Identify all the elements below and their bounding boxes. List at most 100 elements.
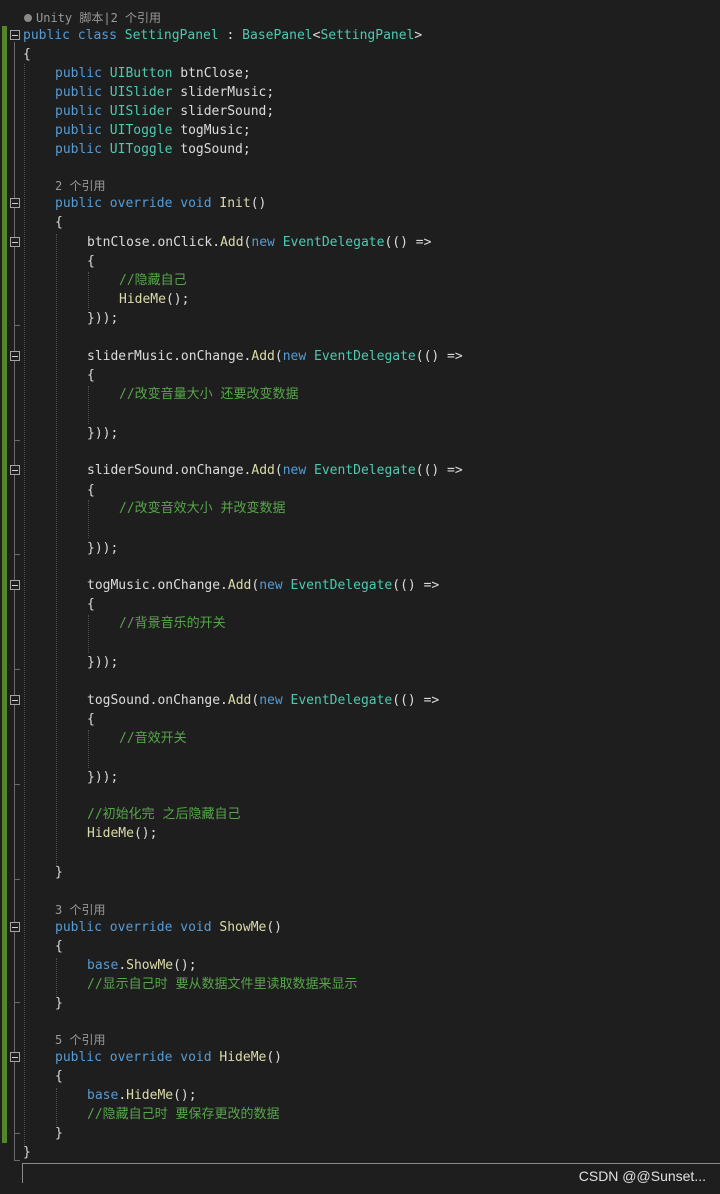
editor-bottom-border — [22, 1163, 720, 1164]
close-lambda: })); — [87, 309, 118, 328]
comment-token: //隐藏自己时 要保存更改的数据 — [87, 1107, 280, 1122]
code-line: sliderSound.onChange.Add(new EventDelega… — [0, 461, 720, 480]
code-line: } — [0, 863, 720, 882]
plain-token: { — [87, 712, 95, 727]
open-brace: { — [87, 481, 95, 500]
plain-token: () — [250, 196, 267, 211]
code-line: })); — [0, 424, 720, 443]
close-lambda: })); — [87, 768, 118, 787]
keyword-token: public — [55, 142, 102, 157]
plain-token: { — [55, 939, 63, 954]
fold-collapse-icon[interactable] — [10, 198, 20, 208]
hideme-call: HideMe(); — [87, 824, 157, 843]
fold-collapse-icon[interactable] — [10, 351, 20, 361]
open-brace: { — [23, 45, 31, 64]
open-brace: { — [55, 937, 63, 956]
code-line: public UIToggle togSound; — [0, 140, 720, 159]
type-token: SettingPanel — [320, 28, 415, 43]
btnclose-onclick-add: btnClose.onClick.Add(new EventDelegate((… — [87, 233, 431, 252]
plain-token: (() => — [384, 235, 432, 250]
togsound-onchange-add: togSound.onChange.Add(new EventDelegate(… — [87, 691, 439, 710]
plain-token: })); — [87, 770, 119, 785]
keyword-token: public — [55, 104, 102, 119]
fold-collapse-icon[interactable] — [10, 580, 20, 590]
fold-collapse-icon[interactable] — [10, 922, 20, 932]
comment: //显示自己时 要从数据文件里读取数据来显示 — [87, 975, 357, 994]
field-declaration: public UISlider sliderSound; — [55, 102, 274, 121]
type-token: EventDelegate — [314, 463, 416, 478]
code-line: togSound.onChange.Add(new EventDelegate(… — [0, 691, 720, 710]
fold-collapse-icon[interactable] — [10, 30, 20, 40]
field-declaration: public UIToggle togSound; — [55, 140, 251, 159]
method-token: HideMe — [219, 1050, 267, 1065]
keyword-token: public — [55, 123, 102, 138]
code-line: HideMe(); — [0, 824, 720, 843]
code-line: public UIToggle togMusic; — [0, 121, 720, 140]
plain-token: } — [55, 996, 63, 1011]
code-line: //初始化完 之后隐藏自己 — [0, 805, 720, 824]
code-line: { — [0, 366, 720, 385]
code-line: public class SettingPanel : BasePanel<Se… — [0, 26, 720, 45]
close-brace: } — [23, 1143, 31, 1162]
code-line: HideMe(); — [0, 290, 720, 309]
keyword-token: public — [55, 85, 102, 100]
comment-token: //初始化完 之后隐藏自己 — [87, 807, 241, 822]
type-token: UIToggle — [109, 123, 173, 138]
code-line: { — [0, 937, 720, 956]
plain-token: togMusic; — [172, 123, 251, 138]
plain-token: })); — [87, 426, 119, 441]
plain-token: } — [55, 865, 63, 880]
fold-collapse-icon[interactable] — [10, 465, 20, 475]
open-brace: { — [55, 1067, 63, 1086]
type-token: UIButton — [109, 66, 173, 81]
method-declaration-showme: public override void ShowMe() — [55, 918, 282, 937]
code-editor[interactable]: Unity 脚本|2 个引用 public class SettingPanel… — [0, 0, 720, 1194]
keyword-token: new — [251, 235, 275, 250]
keyword-token: public — [55, 920, 102, 935]
close-lambda: })); — [87, 653, 118, 672]
close-lambda: })); — [87, 539, 118, 558]
code-line: //音效开关 — [0, 729, 720, 748]
field-declaration: public UIToggle togMusic; — [55, 121, 251, 140]
plain-token: sliderSound; — [172, 104, 275, 119]
type-token: EventDelegate — [314, 349, 416, 364]
fold-collapse-icon[interactable] — [10, 695, 20, 705]
plain-token: : — [218, 28, 243, 43]
method-token: Add — [251, 463, 275, 478]
open-brace: { — [87, 252, 95, 271]
comment-token: //音效开关 — [119, 731, 187, 746]
comment: //初始化完 之后隐藏自己 — [87, 805, 240, 824]
fold-collapse-icon[interactable] — [10, 1052, 20, 1062]
method-token: HideMe — [119, 292, 166, 307]
plain-token: sliderMusic.onChange. — [87, 349, 252, 364]
code-line: base.HideMe(); — [0, 1086, 720, 1105]
plain-token: (); — [133, 826, 158, 841]
code-line: //显示自己时 要从数据文件里读取数据来显示 — [0, 975, 720, 994]
plain-token: . — [118, 1088, 127, 1103]
keyword-token: new — [282, 463, 307, 478]
plain-token: { — [55, 1069, 63, 1084]
keyword-token: base — [87, 958, 119, 973]
code-line: //隐藏自己 — [0, 271, 720, 290]
method-token: Add — [220, 235, 244, 250]
code-line: })); — [0, 539, 720, 558]
comment: //音效开关 — [119, 729, 187, 748]
code-line: } — [0, 1143, 720, 1162]
comment-token: //改变音效大小 并改变数据 — [119, 501, 286, 516]
togmusic-onchange-add: togMusic.onChange.Add(new EventDelegate(… — [87, 576, 439, 595]
open-brace: { — [55, 213, 63, 232]
plain-token: (); — [173, 958, 197, 973]
method-token: HideMe — [87, 826, 134, 841]
type-token: EventDelegate — [290, 578, 393, 593]
keyword-token: void — [180, 196, 212, 211]
plain-token: { — [87, 254, 95, 269]
fold-collapse-icon[interactable] — [10, 237, 20, 247]
